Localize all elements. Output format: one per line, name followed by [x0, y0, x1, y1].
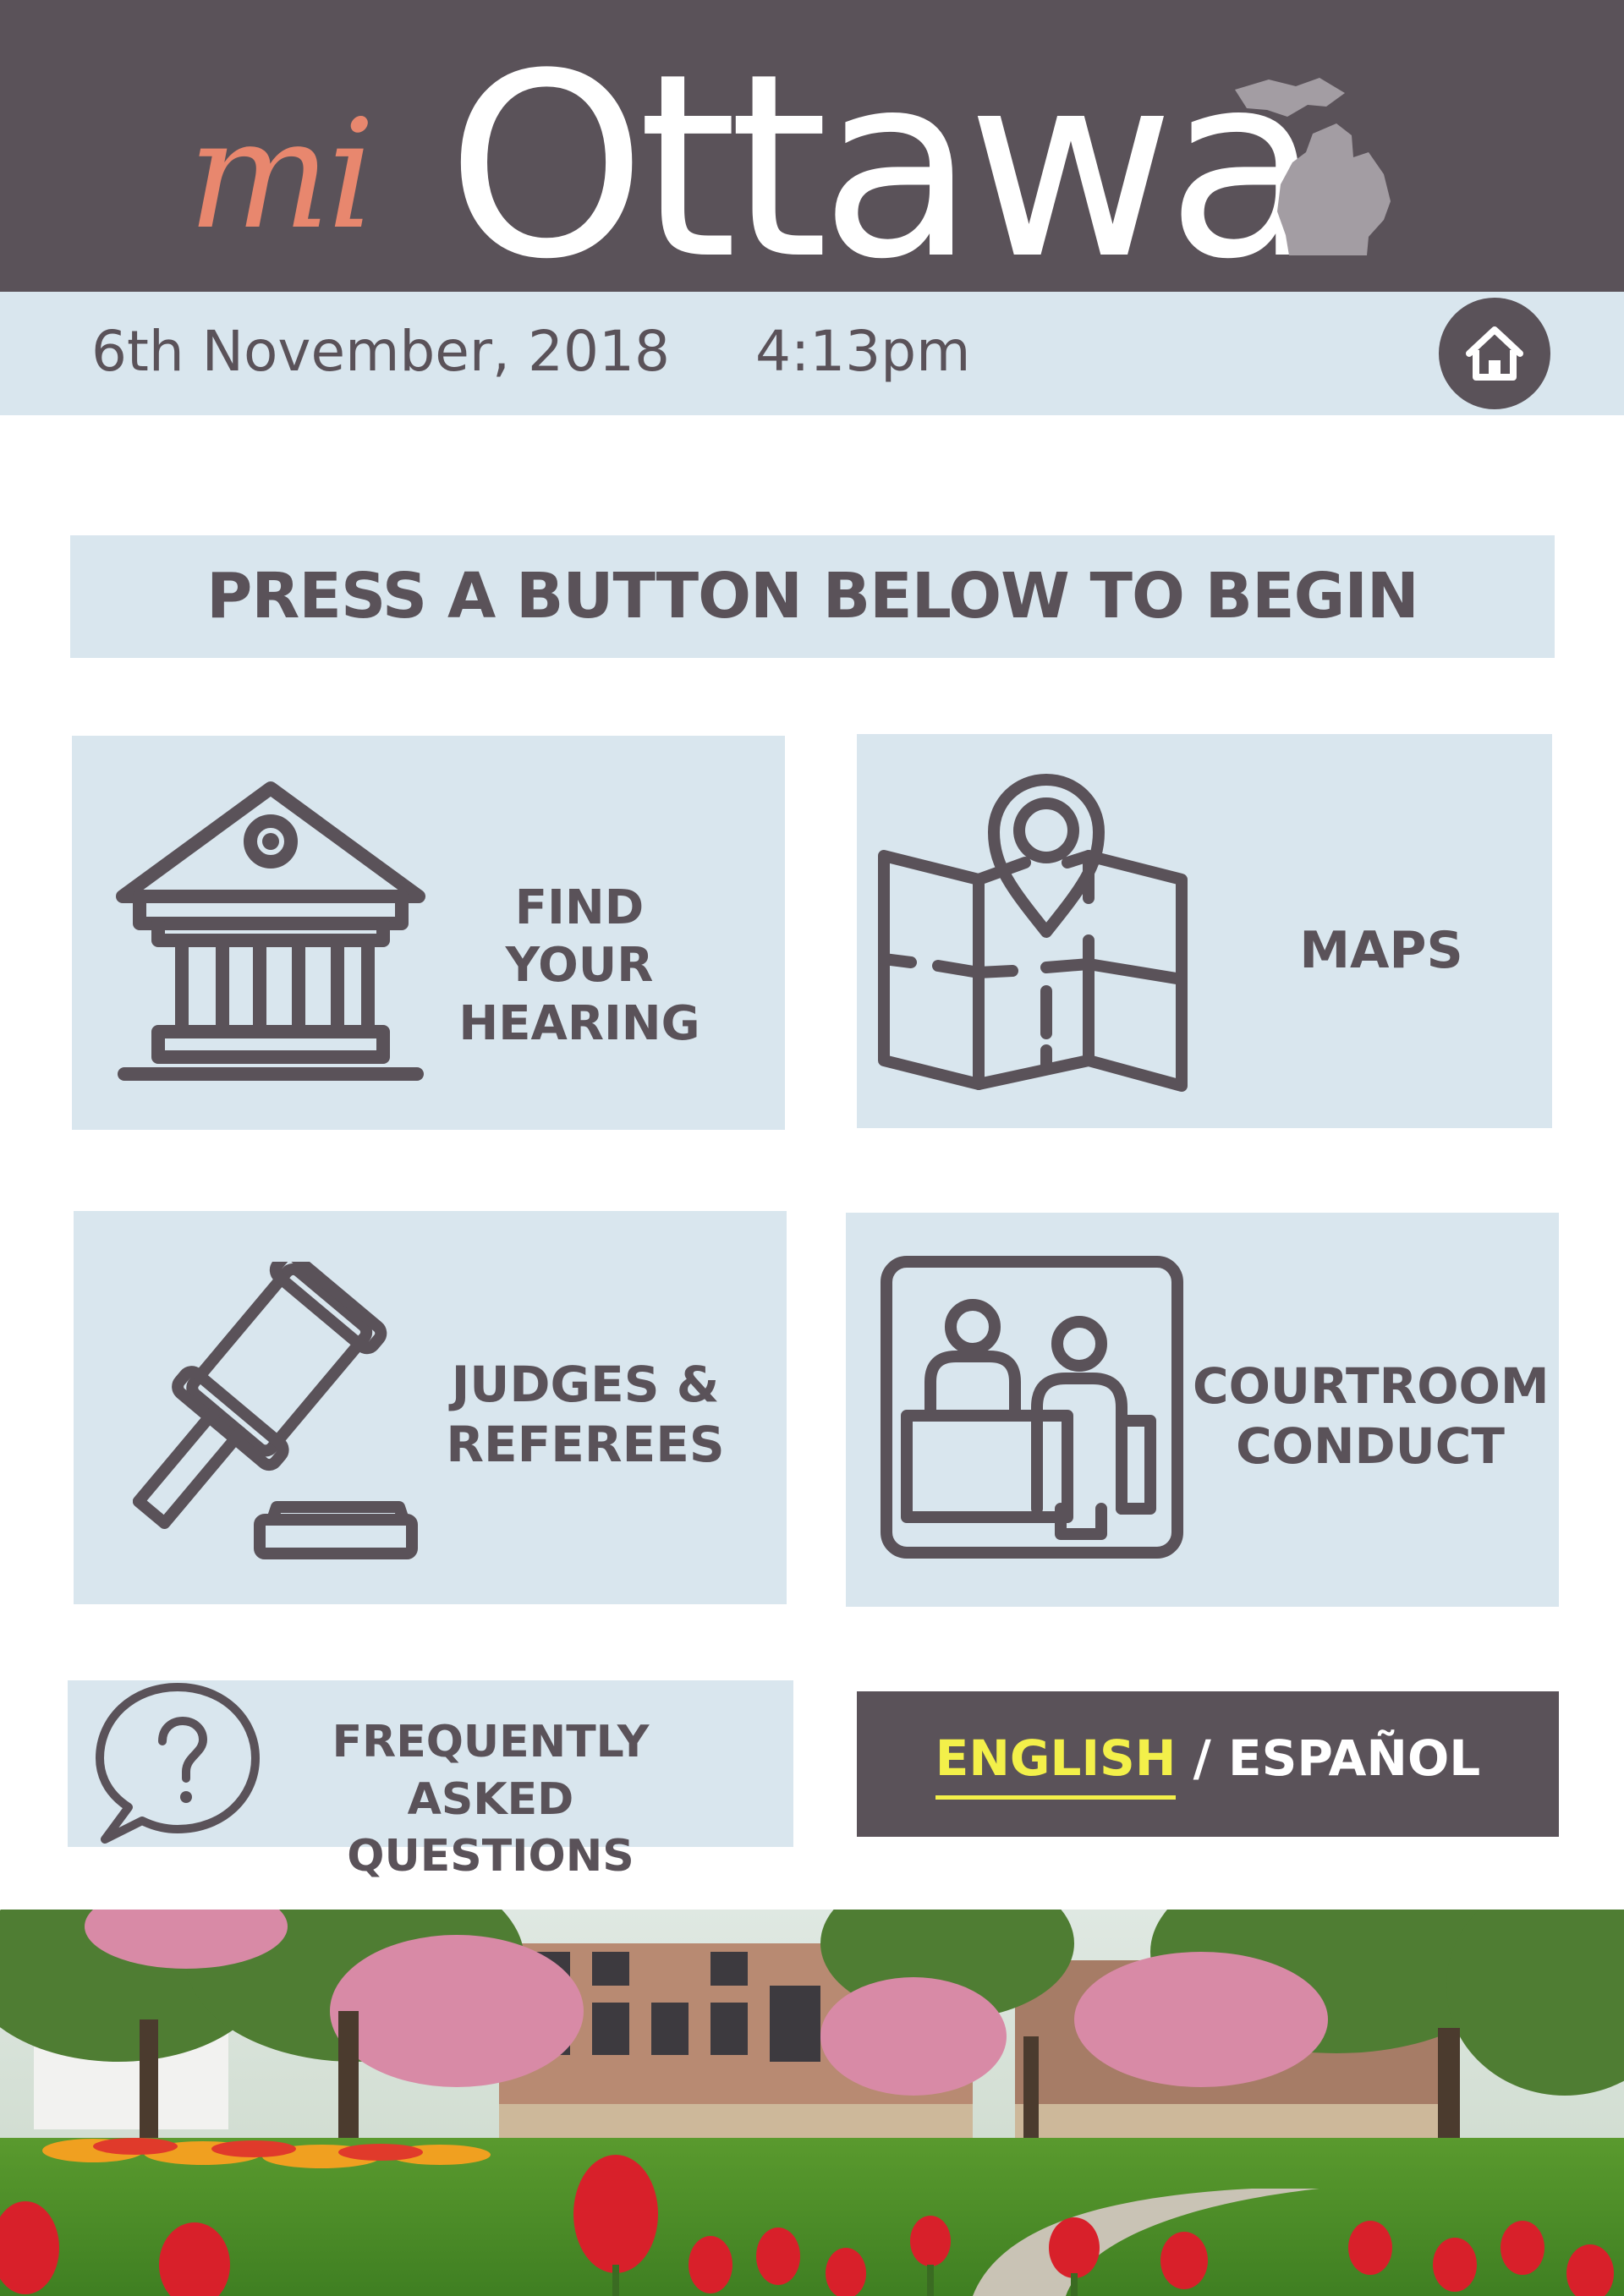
current-date: 6th November, 2018 [91, 319, 670, 384]
instruction-banner: PRESS A BUTTON BELOW TO BEGIN [70, 535, 1555, 658]
map-pin-icon [878, 774, 1188, 1092]
courtroom-conduct-label: COURTROOM CONDUCT [1193, 1356, 1550, 1477]
maps-button[interactable]: MAPS [857, 734, 1552, 1128]
garden-scene-illustration [0, 1910, 1624, 2296]
courtroom-conduct-line2: CONDUCT [1236, 1417, 1505, 1475]
faq-label: FREQUENTLY ASKED QUESTIONS [271, 1714, 710, 1886]
maps-label: MAPS [1299, 921, 1463, 980]
find-your-hearing-line1: FIND YOUR [505, 880, 654, 994]
logo-name: Ottawa [447, 19, 1321, 315]
home-button[interactable] [1439, 298, 1550, 409]
question-bubble-icon [96, 1683, 260, 1844]
faq-line2: ASKED QUESTIONS [347, 1773, 634, 1882]
find-your-hearing-line2: HEARING [458, 995, 700, 1051]
date-time-bar: 6th November, 2018 4:13pm [0, 292, 1624, 415]
home-icon [1466, 326, 1523, 381]
judges-referees-line2: REFEREES [446, 1415, 725, 1473]
english-option[interactable]: ENGLISH [935, 1729, 1177, 1800]
find-your-hearing-button[interactable]: FIND YOUR HEARING [72, 736, 785, 1130]
language-toggle: ENGLISH / ESPAÑOL [857, 1691, 1559, 1837]
gavel-icon [133, 1262, 418, 1559]
courtroom-conduct-button[interactable]: COURTROOM CONDUCT [846, 1213, 1559, 1607]
language-separator: / [1176, 1729, 1228, 1787]
faq-button[interactable]: FREQUENTLY ASKED QUESTIONS [68, 1680, 793, 1882]
judges-referees-line1: JUDGES & [451, 1356, 720, 1413]
logo-prefix: mi [188, 87, 376, 262]
courthouse-icon [116, 781, 425, 1081]
app-header: mi Ottawa [0, 0, 1624, 315]
courtroom-conduct-line1: COURTROOM [1193, 1357, 1550, 1415]
courthouse-garden-photo [0, 1910, 1624, 2296]
judges-referees-label: JUDGES & REFEREES [446, 1355, 725, 1475]
current-time: 4:13pm [755, 319, 971, 384]
courtroom-people-icon [881, 1256, 1183, 1559]
faq-line1: FREQUENTLY [332, 1717, 650, 1767]
judges-referees-button[interactable]: JUDGES & REFEREES [74, 1211, 787, 1604]
spanish-option[interactable]: ESPAÑOL [1228, 1729, 1480, 1787]
michigan-map-icon [1235, 78, 1391, 255]
find-your-hearing-label: FIND YOUR HEARING [444, 879, 715, 1053]
instruction-text: PRESS A BUTTON BELOW TO BEGIN [206, 560, 1419, 633]
